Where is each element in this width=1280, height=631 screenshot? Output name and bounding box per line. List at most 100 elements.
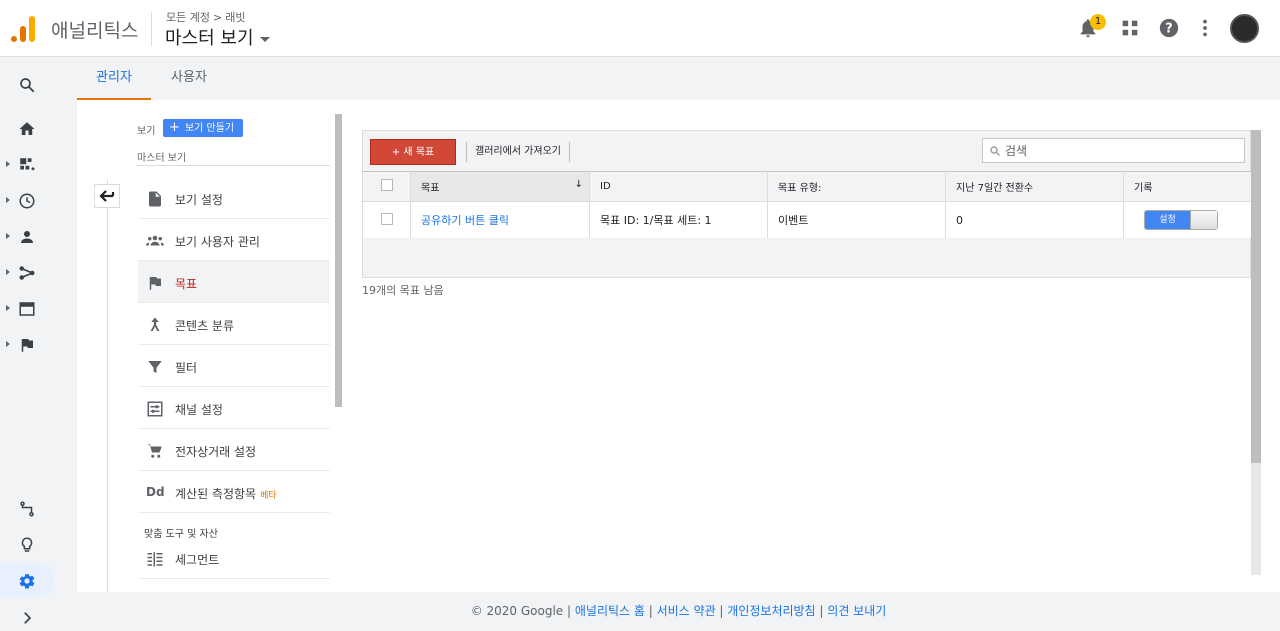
behavior-icon[interactable] — [0, 291, 55, 325]
table-footer — [362, 238, 1251, 278]
goals-table: 목표 ↓ ID 목표 유형: 지난 7일간 전환수 기록 공유하기 버튼 클릭 목… — [362, 171, 1252, 239]
cart-icon — [147, 444, 162, 458]
back-button[interactable] — [94, 184, 120, 208]
dd-icon: Dd — [146, 485, 165, 499]
footer-separator: | — [563, 604, 575, 618]
nav-item-label: 목표 — [175, 277, 198, 291]
admin-tabs: 관리자 사용자 — [77, 57, 1280, 100]
nav-scrollbar[interactable] — [335, 114, 342, 407]
goal-conversions: 0 — [945, 201, 1124, 239]
apps-grid-icon[interactable] — [1119, 17, 1143, 41]
nav-item-label: 필터 — [175, 361, 198, 375]
sort-down-icon: ↓ — [574, 179, 583, 190]
segment-icon — [147, 552, 163, 567]
avatar[interactable] — [1230, 14, 1259, 43]
discover-lightbulb-icon[interactable] — [0, 527, 55, 561]
footer-separator: | — [644, 604, 657, 618]
tab-user[interactable]: 사용자 — [157, 57, 221, 100]
master-view-label: 마스터 보기 — [137, 153, 187, 164]
dropdown-caret-icon — [259, 36, 270, 42]
main-panel: 보기 + 보기 만들기 마스터 보기 보기 설정 보기 사용자 관리 목표 콘텐츠… — [77, 100, 1280, 592]
footer-link-terms[interactable]: 서비스 약관 — [657, 604, 716, 618]
search-input[interactable] — [1005, 142, 1235, 160]
column-header-label: 목표 — [421, 183, 440, 194]
import-from-gallery-button[interactable]: 갤러리에서 가져오기 — [466, 142, 570, 162]
nav-item-label: 계산된 측정항목 — [175, 487, 257, 501]
footer-link-feedback[interactable]: 의견 보내기 — [827, 604, 886, 618]
column-header-type[interactable]: 목표 유형: — [767, 171, 946, 202]
more-vert-icon[interactable] — [1194, 17, 1218, 41]
admin-nav-column: 보기 + 보기 만들기 마스터 보기 보기 설정 보기 사용자 관리 목표 콘텐츠… — [77, 100, 347, 592]
footer-separator: | — [815, 604, 828, 618]
toggle-knob — [1190, 211, 1217, 229]
filter-icon — [148, 361, 162, 373]
admin-gear-icon[interactable] — [0, 563, 55, 597]
nav-item-view-user-management[interactable]: 보기 사용자 관리 — [138, 219, 330, 261]
toggle-label: 설정 — [1145, 211, 1190, 229]
table-header-row: 목표 ↓ ID 목표 유형: 지난 7일간 전환수 기록 — [362, 171, 1252, 202]
header-divider — [151, 12, 152, 46]
column-header-conversions[interactable]: 지난 7일간 전환수 — [945, 171, 1124, 202]
column-header-goal[interactable]: 목표 ↓ — [410, 171, 590, 202]
goal-name-link[interactable]: 공유하기 버튼 클릭 — [410, 201, 590, 239]
recording-toggle[interactable]: 설정 — [1144, 210, 1218, 230]
nav-divider-line — [107, 180, 108, 592]
footer-link-analytics-home[interactable]: 애널리틱스 홈 — [575, 604, 645, 618]
copyright: © 2020 Google — [470, 604, 564, 618]
table-row: 공유하기 버튼 클릭 목표 ID: 1/목표 세트: 1 이벤트 0 설정 — [362, 201, 1252, 239]
analytics-logo-icon[interactable] — [11, 16, 35, 42]
acquisition-icon[interactable] — [0, 255, 55, 289]
row-checkbox[interactable] — [380, 212, 393, 225]
view-selector[interactable]: 마스터 보기 — [165, 24, 270, 50]
select-all-checkbox[interactable] — [380, 179, 393, 191]
expand-chevron-icon[interactable] — [0, 600, 55, 631]
breadcrumb-item[interactable]: 모든 계정 — [166, 11, 210, 24]
breadcrumb[interactable]: 모든 계정 > 래빗 — [166, 9, 245, 25]
tab-admin[interactable]: 관리자 — [77, 57, 151, 100]
search-box[interactable] — [982, 138, 1245, 163]
breadcrumb-item[interactable]: 래빗 — [225, 11, 245, 24]
left-rail — [0, 57, 55, 631]
audience-person-icon[interactable] — [0, 219, 55, 253]
new-goal-button[interactable]: + 새 목표 — [370, 139, 456, 165]
recording-cell: 설정 — [1123, 201, 1252, 239]
goals-remaining: 19개의 목표 남음 — [362, 284, 444, 297]
nav-item-goals[interactable]: 목표 — [138, 261, 330, 303]
goal-id: 목표 ID: 1/목표 세트: 1 — [589, 201, 768, 239]
nav-divider — [137, 165, 330, 166]
nav-item-calculated-metrics[interactable]: Dd 계산된 측정항목 베타 — [138, 471, 330, 513]
nav-item-filters[interactable]: 필터 — [138, 345, 330, 387]
channel-settings-icon — [147, 401, 163, 417]
create-view-button[interactable]: + 보기 만들기 — [163, 119, 243, 137]
attribution-icon[interactable] — [0, 491, 55, 525]
help-icon[interactable]: ? — [1158, 17, 1182, 41]
realtime-clock-icon[interactable] — [0, 183, 55, 217]
footer-link-privacy[interactable]: 개인정보처리방침 — [727, 604, 815, 618]
view-name: 마스터 보기 — [165, 28, 254, 49]
create-view-label: 보기 만들기 — [184, 123, 235, 134]
people-icon — [146, 235, 164, 246]
column-header-recording[interactable]: 기록 — [1123, 171, 1252, 202]
notification-badge: 1 — [1090, 14, 1106, 30]
nav-item-label: 콘텐츠 분류 — [175, 319, 235, 333]
document-icon — [149, 191, 161, 207]
nav-item-view-settings[interactable]: 보기 설정 — [138, 177, 330, 219]
conversions-flag-icon[interactable] — [0, 327, 55, 361]
nav-item-label: 세그먼트 — [175, 553, 220, 567]
goal-type: 이벤트 — [767, 201, 946, 239]
app-title[interactable]: 애널리틱스 — [51, 16, 138, 43]
svg-text:?: ? — [1165, 22, 1172, 37]
nav-item-ecommerce-settings[interactable]: 전자상거래 설정 — [138, 429, 330, 471]
nav-item-segments[interactable]: 세그먼트 — [138, 537, 330, 579]
home-icon[interactable] — [0, 111, 55, 145]
nav-item-label: 전자상거래 설정 — [175, 445, 257, 459]
plus-icon: + — [169, 120, 180, 135]
nav-item-content-grouping[interactable]: 콘텐츠 분류 — [138, 303, 330, 345]
search-icon[interactable] — [0, 67, 55, 101]
beta-badge: 베타 — [260, 491, 277, 501]
goals-toolbar: + 새 목표 갤러리에서 가져오기 — [362, 130, 1251, 171]
nav-item-channel-settings[interactable]: 채널 설정 — [138, 387, 330, 429]
customization-icon[interactable] — [0, 147, 55, 181]
column-header-id[interactable]: ID — [589, 171, 768, 202]
main-scrollbar[interactable] — [1251, 130, 1261, 463]
